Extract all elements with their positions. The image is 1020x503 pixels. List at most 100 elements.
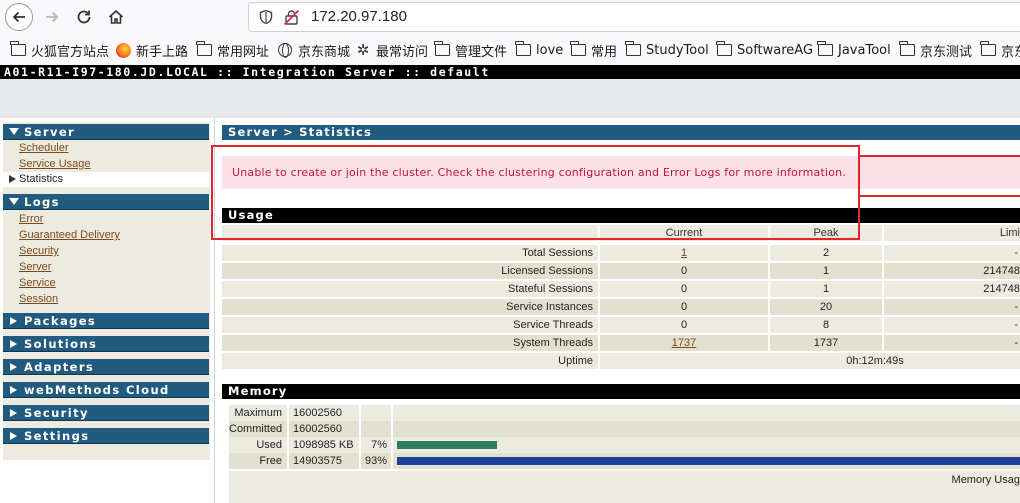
bookmark-label: love [536, 42, 564, 58]
bookmark-item[interactable]: SoftwareAG [716, 40, 813, 60]
highlight-annotation [211, 145, 860, 240]
memory-percent: 93% [361, 453, 391, 469]
arrow-left-icon [12, 11, 25, 23]
bookmark-item[interactable]: 新手上路 [115, 40, 188, 60]
url-bar[interactable]: 172.20.97.180 [248, 2, 1020, 32]
row-label: Service Instances [222, 299, 598, 315]
row-limit: - [884, 299, 1020, 315]
folder-icon [980, 41, 996, 56]
bookmark-item[interactable]: 京东 [980, 40, 1020, 60]
bookmark-label: 京东商城 [298, 44, 351, 60]
bookmark-label: StudyTool [646, 42, 709, 58]
nav-section-packages[interactable]: Packages [3, 313, 209, 329]
memory-label: Maximum [229, 405, 287, 421]
url-text[interactable]: 172.20.97.180 [311, 8, 407, 25]
caret-right-icon [10, 339, 17, 348]
current-page-arrow-icon [9, 175, 16, 183]
home-icon [108, 9, 124, 24]
nav-section-webmethods-cloud[interactable]: webMethods Cloud [3, 382, 209, 398]
bookmark-item[interactable]: 常用 [570, 40, 617, 60]
memory-label: Free [229, 453, 287, 469]
nav-link-service-log[interactable]: Service [19, 276, 56, 290]
nav-link-error[interactable]: Error [19, 212, 43, 226]
row-label: Stateful Sessions [222, 281, 598, 297]
memory-value: 16002560 KB [289, 421, 359, 451]
row-current: 0 [600, 299, 768, 315]
folder-icon [899, 41, 915, 56]
row-limit: 214748 [884, 263, 1020, 279]
bookmark-item[interactable]: StudyTool [625, 40, 709, 60]
left-navigation: Server Scheduler Service Usage Statistic… [0, 118, 215, 503]
free-memory-bar [397, 457, 1020, 465]
arrow-right-icon [46, 11, 59, 23]
row-label: System Threads [222, 335, 598, 351]
reload-button[interactable] [70, 3, 98, 31]
bookmark-label: JavaTool [838, 42, 891, 58]
nav-section-settings[interactable]: Settings [3, 428, 209, 444]
nav-section-logs[interactable]: Logs [3, 194, 209, 210]
column-header-limit: Limi [884, 225, 1020, 241]
bookmark-item[interactable]: 常用网址 [196, 40, 269, 60]
row-limit: - [884, 245, 1020, 261]
reload-icon [77, 10, 91, 24]
row-current: 0 [600, 281, 768, 297]
bookmark-item[interactable]: 管理文件 [434, 40, 507, 60]
nav-link-service-usage[interactable]: Service Usage [19, 157, 91, 171]
row-peak: 8 [770, 317, 882, 333]
folder-icon [817, 41, 833, 56]
row-label: Licensed Sessions [222, 263, 598, 279]
row-peak: 1 [770, 281, 882, 297]
insecure-lock-icon[interactable] [283, 9, 300, 26]
row-label: Service Threads [222, 317, 598, 333]
server-title-bar: A01-R11-I97-180.JD.LOCAL :: Integration … [0, 65, 1020, 79]
nav-section-server[interactable]: Server [3, 124, 209, 140]
nav-link-session-log[interactable]: Session [19, 292, 58, 306]
bookmark-item[interactable]: 京东商城 [277, 40, 350, 60]
caret-down-icon [9, 198, 19, 205]
memory-usage-footer: Memory Usag [229, 471, 1020, 503]
uptime-value: 0h:12m:49s [600, 353, 1020, 369]
folder-icon [625, 41, 641, 56]
row-limit: 214748 [884, 281, 1020, 297]
memory-label: Committed [229, 421, 287, 437]
total-sessions-current-link[interactable]: 1 [681, 247, 687, 259]
nav-link-guaranteed-delivery[interactable]: Guaranteed Delivery [19, 228, 120, 242]
folder-icon [716, 41, 732, 56]
memory-label: Used [229, 437, 287, 453]
uptime-label: Uptime [222, 353, 598, 369]
caret-right-icon [10, 362, 17, 371]
nav-section-security[interactable]: Security [3, 405, 209, 421]
bookmark-label: SoftwareAG [737, 42, 814, 58]
forward-button[interactable] [38, 3, 66, 31]
back-button[interactable] [5, 3, 33, 31]
shield-icon[interactable] [258, 9, 274, 25]
breadcrumb: Server > Statistics [222, 125, 1020, 140]
bookmark-item[interactable]: JavaTool [817, 40, 891, 60]
folder-icon [434, 41, 450, 56]
memory-value: 16002560 KB [289, 405, 359, 435]
row-peak: 20 [770, 299, 882, 315]
nav-link-server-log[interactable]: Server [19, 260, 51, 274]
bookmark-label: 新手上路 [136, 44, 189, 60]
bookmark-item[interactable]: 京东测试 [899, 40, 972, 60]
caret-right-icon [10, 408, 17, 417]
bookmarks-bar: 火狐官方站点 新手上路 常用网址 京东商城 ✲ 最常访问 管理文件 love 常用… [0, 36, 1020, 64]
system-threads-current-link[interactable]: 1737 [672, 337, 696, 349]
nav-link-statistics[interactable]: Statistics [3, 172, 209, 187]
memory-value: 1098985 KB [289, 437, 359, 453]
folder-icon [515, 41, 531, 56]
nav-link-scheduler[interactable]: Scheduler [19, 141, 69, 155]
nav-link-security-log[interactable]: Security [19, 244, 59, 258]
home-button[interactable] [102, 3, 130, 31]
header-band [0, 79, 1020, 118]
nav-section-solutions[interactable]: Solutions [3, 336, 209, 352]
nav-section-adapters[interactable]: Adapters [3, 359, 209, 375]
highlight-annotation-extension [860, 155, 1020, 197]
bookmark-item[interactable]: 火狐官方站点 [10, 40, 109, 60]
caret-right-icon [10, 385, 17, 394]
row-limit: - [884, 335, 1020, 351]
gear-icon: ✲ [356, 41, 370, 59]
bookmark-item[interactable]: ✲ 最常访问 [355, 40, 428, 60]
row-label: Total Sessions [222, 245, 598, 261]
bookmark-item[interactable]: love [515, 40, 563, 60]
